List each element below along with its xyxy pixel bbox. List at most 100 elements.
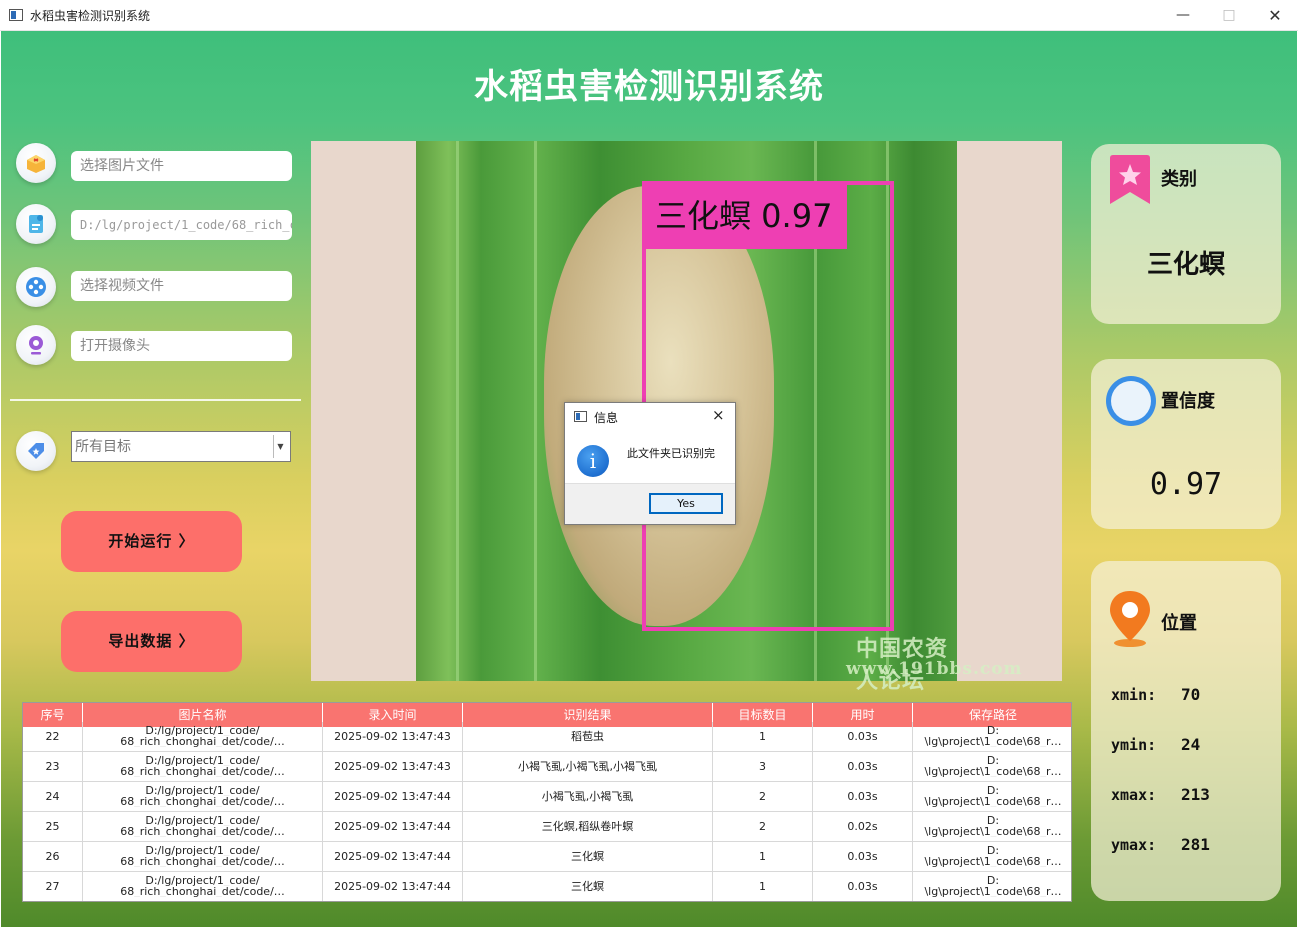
cell-image-name-line2: 68_rich_chonghai_det/code/… [120,826,285,837]
table-row[interactable]: 26 D:/lg/project/1_code/68_rich_chonghai_… [23,842,1071,872]
cell-result: 三化螟 [463,872,713,901]
close-icon[interactable]: ✕ [1252,0,1298,31]
cell-time: 2025-09-02 13:47:44 [323,812,463,842]
cell-time: 2025-09-02 13:47:44 [323,782,463,812]
category-card: 类别 三化螟 [1091,144,1281,324]
image-file-input[interactable]: 选择图片文件 [71,151,292,181]
cell-cost: 0.03s [813,782,913,812]
table-row[interactable]: 25 D:/lg/project/1_code/68_rich_chonghai_… [23,812,1071,842]
dialog-yes-button[interactable]: Yes [649,493,723,514]
window-titlebar: 水稻虫害检测识别系统 — □ ✕ [0,0,1298,31]
cell-id: 23 [23,752,83,782]
cell-save-path-line1: D: [986,815,1000,826]
cell-save-path: D: \lg\project\1_code\68_r… [913,812,1071,842]
cell-save-path-line1: D: [986,785,1000,796]
cell-time: 2025-09-02 13:47:44 [323,842,463,872]
cell-save-path: D: \lg\project\1_code\68_r… [913,722,1071,752]
chevron-down-icon[interactable]: ▼ [273,435,287,458]
start-run-button[interactable]: 开始运行 〉 [61,511,242,572]
webcam-icon [29,336,43,355]
cell-count: 1 [713,722,813,752]
cell-save-path-line2: \lg\project\1_code\68_r… [924,766,1062,777]
cell-image-name-line1: D:/lg/project/1_code/ [145,845,260,856]
cell-count: 1 [713,872,813,901]
cell-count: 1 [713,842,813,872]
app-title: 水稻虫害检测识别系统 [474,67,824,107]
xmin-value: 70 [1181,685,1201,704]
cell-cost: 0.03s [813,752,913,782]
xmin-label: xmin: [1111,686,1157,704]
cell-image-name-line1: D:/lg/project/1_code/ [145,875,260,886]
folder-file-icon[interactable] [16,204,56,244]
xmax-value: 213 [1181,785,1210,804]
cell-image-name: D:/lg/project/1_code/68_rich_chonghai_de… [83,752,323,782]
window-title: 水稻虫害检测识别系统 [30,9,151,23]
cell-save-path-line1: D: [986,875,1000,886]
cell-id: 24 [23,782,83,812]
maximize-icon[interactable]: □ [1206,0,1252,31]
dialog-close-icon[interactable]: × [712,406,725,424]
ymax-value: 281 [1181,835,1210,854]
table-row[interactable]: 23 D:/lg/project/1_code/68_rich_chonghai_… [23,752,1071,782]
cell-cost: 0.03s [813,842,913,872]
export-data-button[interactable]: 导出数据 〉 [61,611,242,672]
cell-time: 2025-09-02 13:47:43 [323,752,463,782]
dialog-title: 信息 [594,411,619,425]
document-add-icon [29,215,43,233]
cell-time: 2025-09-02 13:47:44 [323,872,463,901]
cell-image-name-line2: 68_rich_chonghai_det/code/… [120,886,285,897]
folder-path-input[interactable]: D:/lg/project/1_code/68_rich_chonghai_de… [71,210,292,240]
cell-cost: 0.03s [813,722,913,752]
cell-save-path-line1: D: [986,755,1000,766]
ymax-label: ymax: [1111,836,1157,854]
dialog-message: 此文件夹已识别完 [627,447,715,460]
position-card: 位置 xmin: 70 ymin: 24 xmax: 213 ymax: 281 [1091,561,1281,901]
camera-input[interactable]: 打开摄像头 [71,331,292,361]
minimize-icon[interactable]: — [1160,0,1206,31]
cell-save-path-line1: D: [986,725,1000,736]
cell-image-name-line1: D:/lg/project/1_code/ [145,785,260,796]
video-file-input[interactable]: 选择视频文件 [71,271,292,301]
cell-result: 三化螟,稻纵卷叶螟 [463,812,713,842]
cell-image-name: D:/lg/project/1_code/68_rich_chonghai_de… [83,722,323,752]
cell-result: 小褐飞虱,小褐飞虱 [463,782,713,812]
film-reel-icon [26,277,46,297]
confidence-title: 置信度 [1161,391,1215,412]
cell-result: 小褐飞虱,小褐飞虱,小褐飞虱 [463,752,713,782]
ymin-value: 24 [1181,735,1201,754]
cell-image-name: D:/lg/project/1_code/68_rich_chonghai_de… [83,872,323,901]
app-window-icon [9,9,23,21]
left-divider [10,399,301,401]
cell-save-path: D: \lg\project\1_code\68_r… [913,752,1071,782]
main-window: 水稻虫害检测识别系统 选择图片文件 D:/lg/project/1_code/6… [1,31,1297,927]
confidence-ring-icon [1106,376,1156,426]
cell-time: 2025-09-02 13:47:43 [323,722,463,752]
dialog-window-icon [574,411,587,422]
table-row[interactable]: 22 D:/lg/project/1_code/68_rich_chonghai_… [23,722,1071,752]
target-select-value: 所有目标 [75,439,131,455]
leaf-vein [456,141,459,681]
cell-image-name-line2: 68_rich_chonghai_det/code/… [120,766,285,777]
bookmark-star-icon [1110,155,1150,204]
cell-save-path-line1: D: [986,845,1000,856]
table-row[interactable]: 27 D:/lg/project/1_code/68_rich_chonghai_… [23,872,1071,901]
cell-image-name-line1: D:/lg/project/1_code/ [145,755,260,766]
ymin-label: ymin: [1111,736,1157,754]
camera-icon[interactable] [16,325,56,365]
cell-save-path-line2: \lg\project\1_code\68_r… [924,856,1062,867]
cell-image-name: D:/lg/project/1_code/68_rich_chonghai_de… [83,842,323,872]
video-file-icon[interactable] [16,267,56,307]
category-value: 三化螟 [1146,250,1225,280]
info-icon: i [577,445,609,477]
image-folder-icon [27,155,45,173]
info-dialog: 信息 × i 此文件夹已识别完 Yes [564,402,736,525]
table-row[interactable]: 24 D:/lg/project/1_code/68_rich_chonghai_… [23,782,1071,812]
tag-star-icon [28,443,44,459]
cell-result: 三化螟 [463,842,713,872]
image-file-icon[interactable] [16,143,56,183]
cell-save-path-line2: \lg\project\1_code\68_r… [924,736,1062,747]
cell-count: 2 [713,812,813,842]
target-select[interactable]: 所有目标 ▼ [71,431,291,462]
cell-save-path: D: \lg\project\1_code\68_r… [913,842,1071,872]
detection-label: 三化螟 0.97 [643,183,847,249]
